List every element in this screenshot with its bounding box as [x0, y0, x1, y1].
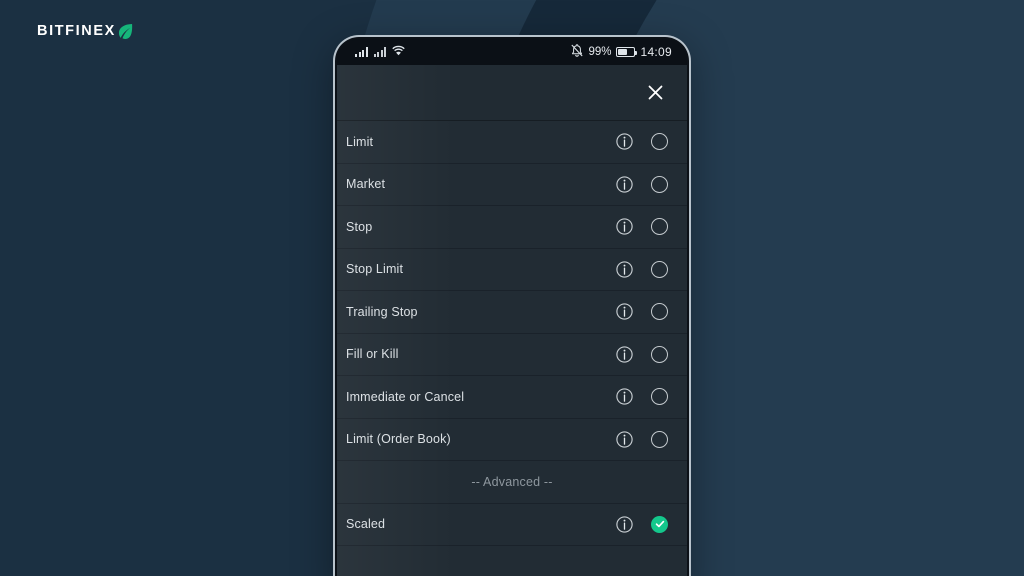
radio-unselected-icon[interactable]: [651, 175, 668, 193]
radio-unselected-icon[interactable]: [651, 133, 668, 151]
radio-selected-icon[interactable]: [651, 515, 668, 533]
advanced-section-label: -- Advanced --: [471, 474, 553, 489]
row-actions: [616, 303, 687, 321]
signal-bars-icon: [355, 47, 368, 57]
info-icon[interactable]: [616, 303, 633, 320]
order-type-label: Stop: [346, 219, 373, 234]
info-icon[interactable]: [616, 516, 633, 533]
info-icon[interactable]: [616, 176, 633, 193]
leaf-icon: [118, 23, 133, 39]
bell-muted-icon: [571, 44, 584, 60]
order-type-row[interactable]: Market: [337, 163, 687, 206]
close-icon[interactable]: [642, 80, 668, 106]
row-actions: [616, 388, 687, 406]
info-icon[interactable]: [616, 218, 633, 235]
radio-unselected-icon[interactable]: [651, 303, 668, 321]
list-row-partial: [337, 546, 687, 576]
info-icon[interactable]: [616, 346, 633, 363]
radio-unselected-icon[interactable]: [651, 388, 668, 406]
phone-screen: 99% 14:09 Limit Market Stop Stop Limit Trail…: [337, 39, 687, 576]
page-background: BITFINEX 99% 14:09 Limit Market Stop Sto…: [0, 0, 1024, 576]
info-icon[interactable]: [616, 261, 633, 278]
order-type-row[interactable]: Scaled: [337, 503, 687, 546]
signal-bars-icon: [373, 47, 386, 57]
advanced-section-divider: -- Advanced --: [337, 461, 687, 504]
row-actions: [616, 345, 687, 363]
bitfinex-logo: BITFINEX: [37, 23, 133, 39]
order-type-row[interactable]: Limit (Order Book): [337, 418, 687, 461]
order-type-row[interactable]: Stop Limit: [337, 248, 687, 291]
order-type-label: Immediate or Cancel: [346, 389, 465, 404]
info-icon[interactable]: [616, 388, 633, 405]
order-type-row[interactable]: Immediate or Cancel: [337, 376, 687, 419]
radio-unselected-icon[interactable]: [651, 430, 668, 448]
order-type-label: Stop Limit: [346, 262, 404, 277]
battery-icon: [616, 47, 638, 57]
status-bar: 99% 14:09: [337, 39, 687, 65]
radio-unselected-icon[interactable]: [651, 260, 668, 278]
order-type-label: Limit (Order Book): [346, 432, 451, 447]
radio-unselected-icon[interactable]: [651, 218, 668, 236]
order-type-label: Market: [346, 177, 386, 192]
row-actions: [616, 218, 687, 236]
order-type-label: Fill or Kill: [346, 347, 399, 362]
radio-unselected-icon[interactable]: [651, 345, 668, 363]
info-icon[interactable]: [616, 133, 633, 150]
order-type-row[interactable]: Limit: [337, 121, 687, 164]
order-type-label: Trailing Stop: [346, 304, 418, 319]
row-actions: [616, 515, 687, 533]
row-actions: [616, 260, 687, 278]
info-icon[interactable]: [616, 431, 633, 448]
brand-wordmark: BITFINEX: [37, 22, 116, 39]
order-type-row[interactable]: Fill or Kill: [337, 333, 687, 376]
row-actions: [616, 133, 687, 151]
order-type-sheet: Limit Market Stop Stop Limit Trailing Stop Fi…: [337, 65, 687, 576]
row-actions: [616, 175, 687, 193]
order-type-label: Limit: [346, 134, 374, 149]
order-type-label: Scaled: [346, 517, 386, 532]
order-type-row[interactable]: Stop: [337, 206, 687, 249]
wifi-icon: [392, 45, 405, 59]
order-type-list: Limit Market Stop Stop Limit Trailing Stop Fi…: [337, 121, 687, 576]
phone-mockup: 99% 14:09 Limit Market Stop Stop Limit Trail…: [333, 35, 691, 576]
sheet-header: [337, 65, 687, 121]
battery-percent: 99%: [588, 46, 612, 58]
order-type-row[interactable]: Trailing Stop: [337, 291, 687, 334]
status-bar-clock: 14:09: [640, 45, 672, 59]
row-actions: [616, 430, 687, 448]
